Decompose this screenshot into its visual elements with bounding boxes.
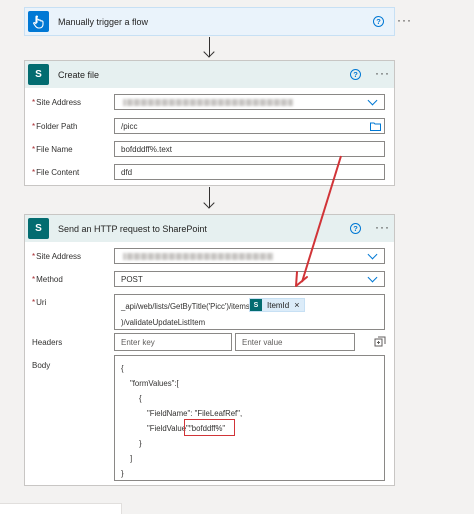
annotation-arrow-icon [295, 155, 342, 287]
bottom-panel [0, 503, 122, 514]
